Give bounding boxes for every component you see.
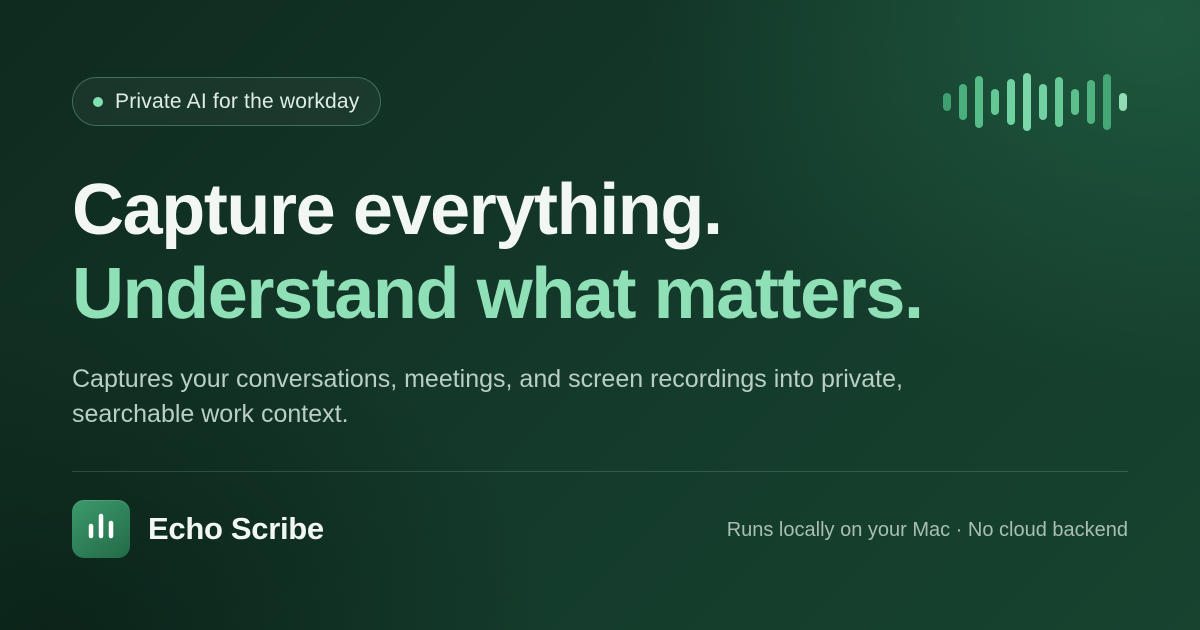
brand-name: Echo Scribe: [148, 511, 324, 546]
headline-line-2: Understand what matters.: [72, 254, 924, 334]
subtitle: Captures your conversations, meetings, a…: [72, 365, 903, 428]
headline-line-1: Capture everything.: [72, 170, 723, 250]
brand-logo: [72, 500, 130, 558]
bar-chart-logo-icon: [88, 513, 114, 539]
divider: [72, 471, 1128, 472]
footer-note: Runs locally on your Mac · No cloud back…: [726, 519, 1128, 541]
tagline-text: Private AI for the workday: [115, 89, 360, 113]
headline: Capture everything. Understand what matt…: [72, 168, 924, 336]
status-dot-icon: [93, 96, 103, 107]
audio-waveform-icon: [943, 73, 1127, 131]
tagline-badge: Private AI for the workday: [72, 77, 382, 126]
social-card: Private AI for the workday Capture every…: [0, 0, 1200, 630]
